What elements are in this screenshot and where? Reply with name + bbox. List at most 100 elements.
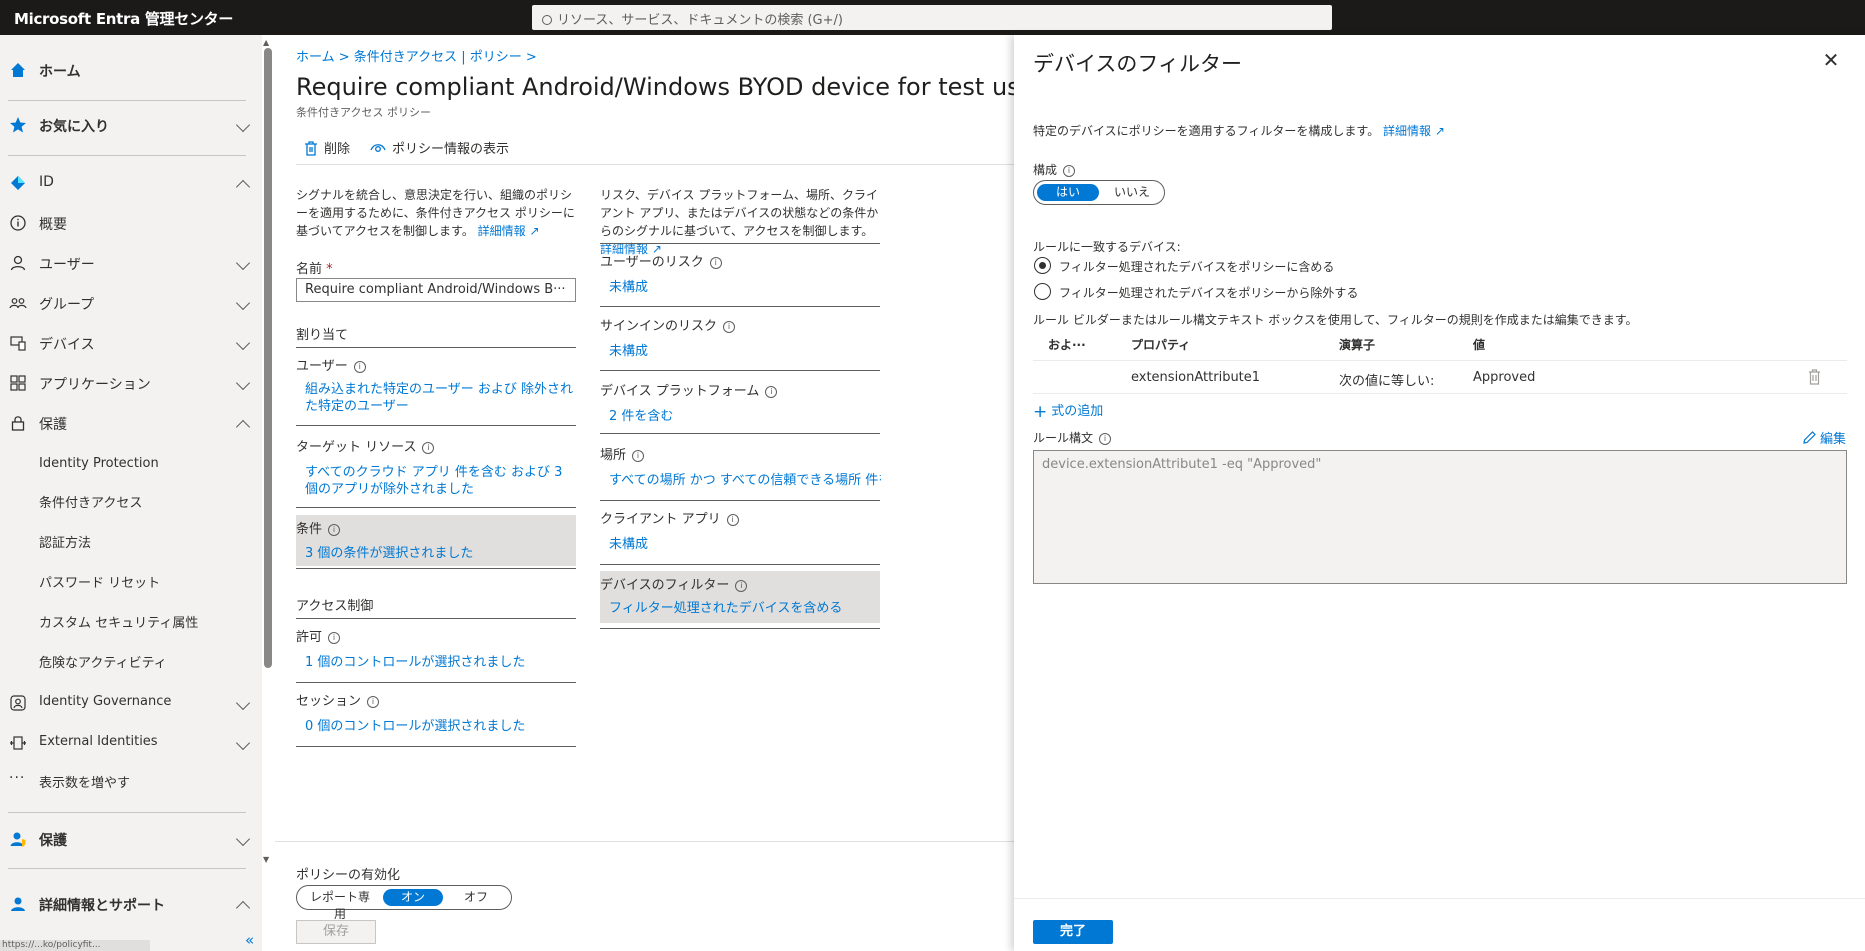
users-value-link[interactable]: 組み込まれた特定のユーザー および 除外された特定のユーザー [305, 381, 575, 415]
device-platform-value-link[interactable]: 2 件を含む [609, 408, 673, 425]
rule-property-cell[interactable]: extensionAttribute1 [1131, 370, 1260, 385]
radio-include[interactable] [1034, 257, 1051, 274]
info-icon[interactable]: i [709, 257, 722, 269]
info-icon[interactable]: i [632, 450, 645, 462]
info-icon[interactable]: i [367, 696, 380, 708]
target-resources-value-link[interactable]: すべてのクラウド アプリ 件を含む および 3 個のアプリが除外されました [305, 464, 575, 498]
nav-external-identities[interactable]: External Identities [0, 724, 262, 762]
toggle-no[interactable]: いいえ [1102, 184, 1162, 201]
nav-divider [8, 812, 246, 813]
nav-sub-password-reset[interactable]: パスワード リセット [39, 572, 160, 591]
info-icon[interactable]: i [353, 361, 366, 373]
chevron-down-icon [235, 117, 251, 133]
edit-syntax-button[interactable]: 編集 [1803, 428, 1846, 447]
nav-overview[interactable]: 概要 [0, 204, 262, 242]
learn-more-link[interactable]: 詳細情報 [478, 224, 526, 238]
collapse-nav-icon[interactable]: « [245, 931, 254, 949]
info-icon[interactable]: i [765, 386, 778, 398]
nav-users[interactable]: ユーザー [0, 244, 262, 282]
nav-identity-governance-label: Identity Governance [39, 694, 172, 709]
info-icon[interactable]: i [328, 632, 341, 644]
col-value: 値 [1473, 338, 1486, 352]
conditions-value-link[interactable]: 3 個の条件が選択されました [305, 545, 473, 562]
nav-favorites[interactable]: お気に入り [0, 106, 262, 144]
nav-sub-conditional-access[interactable]: 条件付きアクセス [39, 492, 142, 511]
add-expression-button[interactable]: + 式の追加 [1033, 400, 1103, 422]
scroll-up-arrow-icon[interactable]: ▲ [263, 38, 269, 47]
nav-sub-risky-activities[interactable]: 危険なアクティビティ [39, 652, 167, 671]
nav-scrollbar[interactable] [264, 48, 272, 668]
nav-groups[interactable]: グループ [0, 284, 262, 322]
info-icon[interactable]: i [422, 442, 435, 454]
toggle-yes[interactable]: はい [1037, 184, 1099, 201]
grant-value-link[interactable]: 1 個のコントロールが選択されました [305, 654, 525, 671]
page-subtitle: 条件付きアクセス ポリシー [296, 106, 431, 119]
group-icon [9, 298, 27, 309]
toggle-report-only[interactable]: レポート専用 [305, 889, 375, 921]
nav-favorites-label: お気に入り [39, 119, 109, 135]
nav-protection-section[interactable]: 保護 [0, 820, 262, 858]
signin-risk-value-link[interactable]: 未構成 [609, 343, 648, 360]
section-divider [296, 682, 576, 683]
nav-support[interactable]: 詳細情報とサポート [0, 885, 262, 923]
footer-divider [275, 841, 1014, 842]
nav-sub-auth-methods[interactable]: 認証方法 [39, 532, 91, 551]
page-title: Require compliant Android/Windows BYOD d… [296, 73, 1014, 101]
section-divider [600, 243, 880, 244]
search-placeholder: リソース、サービス、ドキュメントの検索 (G+/) [557, 13, 843, 28]
locations-value-link[interactable]: すべての場所 かつ すべての信頼できる場所 件を除く [609, 472, 881, 489]
toggle-on[interactable]: オン [383, 889, 443, 906]
delete-button[interactable]: 削除 [304, 138, 350, 157]
rule-syntax-label: ルール構文 i [1033, 429, 1112, 446]
edit-label: 編集 [1820, 432, 1847, 447]
policy-name-input[interactable]: Require compliant Android/Windows B··· [296, 278, 576, 302]
enable-policy-toggle[interactable]: レポート専用 オン オフ [296, 885, 512, 921]
radio-include-label[interactable]: フィルター処理されたデバイスをポリシーに含める [1059, 258, 1334, 275]
done-button[interactable]: 完了 [1033, 920, 1113, 944]
nav-show-more[interactable]: ··· 表示数を増やす [0, 762, 262, 800]
delete-rule-icon[interactable] [1808, 369, 1821, 385]
panel-title: デバイスのフィルター [1033, 52, 1242, 76]
client-apps-label: クライアント アプリ i [600, 508, 739, 527]
info-icon[interactable]: i [723, 321, 736, 333]
chevron-down-icon [235, 335, 251, 351]
scroll-down-arrow-icon[interactable]: ▼ [263, 855, 269, 864]
rule-syntax-textarea[interactable]: device.extensionAttribute1 -eq "Approved… [1033, 450, 1847, 584]
save-button[interactable]: 保存 [296, 920, 376, 944]
nav-identity-governance[interactable]: Identity Governance [0, 684, 262, 722]
info-icon[interactable]: i [328, 524, 341, 536]
global-search-input[interactable]: リソース、サービス、ドキュメントの検索 (G+/) [532, 5, 1332, 30]
info-icon[interactable]: i [726, 514, 739, 526]
nav-applications[interactable]: アプリケーション [0, 364, 262, 402]
nav-protection-label: 保護 [39, 417, 67, 433]
configure-toggle[interactable]: はい いいえ [1033, 180, 1165, 205]
user-risk-value-link[interactable]: 未構成 [609, 279, 648, 296]
external-link-icon: ↗ [1434, 124, 1445, 138]
nav-id[interactable]: ID [0, 164, 262, 202]
info-icon[interactable]: i [1099, 433, 1112, 445]
view-policy-info-button[interactable]: ポリシー情報の表示 [370, 138, 509, 157]
nav-protection[interactable]: 保護 [0, 404, 262, 442]
breadcrumb[interactable]: ホーム > 条件付きアクセス | ポリシー > [296, 46, 537, 65]
info-icon[interactable]: i [735, 580, 748, 592]
panel-learn-more-link[interactable]: 詳細情報 [1383, 124, 1431, 138]
nav-devices[interactable]: デバイス [0, 324, 262, 362]
nav-show-more-label: 表示数を増やす [39, 776, 131, 791]
brand-title[interactable]: Microsoft Entra 管理センター [14, 8, 233, 29]
radio-exclude[interactable] [1034, 283, 1051, 300]
nav-home[interactable]: ホーム [0, 51, 262, 89]
right-description: リスク、デバイス プラットフォーム、場所、クライアント アプリ、またはデバイスの… [600, 186, 882, 258]
client-apps-value-link[interactable]: 未構成 [609, 536, 648, 553]
rule-value-cell[interactable]: Approved [1473, 370, 1535, 385]
grant-label-text: 許可 [296, 630, 323, 645]
nav-sub-identity-protection[interactable]: Identity Protection [39, 456, 159, 471]
device-filter-value-link[interactable]: フィルター処理されたデバイスを含める [609, 600, 842, 617]
device-filter-label-text: デバイスのフィルター [600, 578, 730, 593]
radio-exclude-label[interactable]: フィルター処理されたデバイスをポリシーから除外する [1059, 284, 1358, 301]
info-icon[interactable]: i [1063, 165, 1076, 177]
rule-operator-cell[interactable]: 次の値に等しい: [1339, 370, 1434, 389]
close-icon[interactable]: ✕ [1820, 49, 1842, 71]
toggle-off[interactable]: オフ [447, 889, 505, 906]
session-value-link[interactable]: 0 個のコントロールが選択されました [305, 718, 525, 735]
nav-sub-custom-security-attributes[interactable]: カスタム セキュリティ属性 [39, 612, 198, 631]
